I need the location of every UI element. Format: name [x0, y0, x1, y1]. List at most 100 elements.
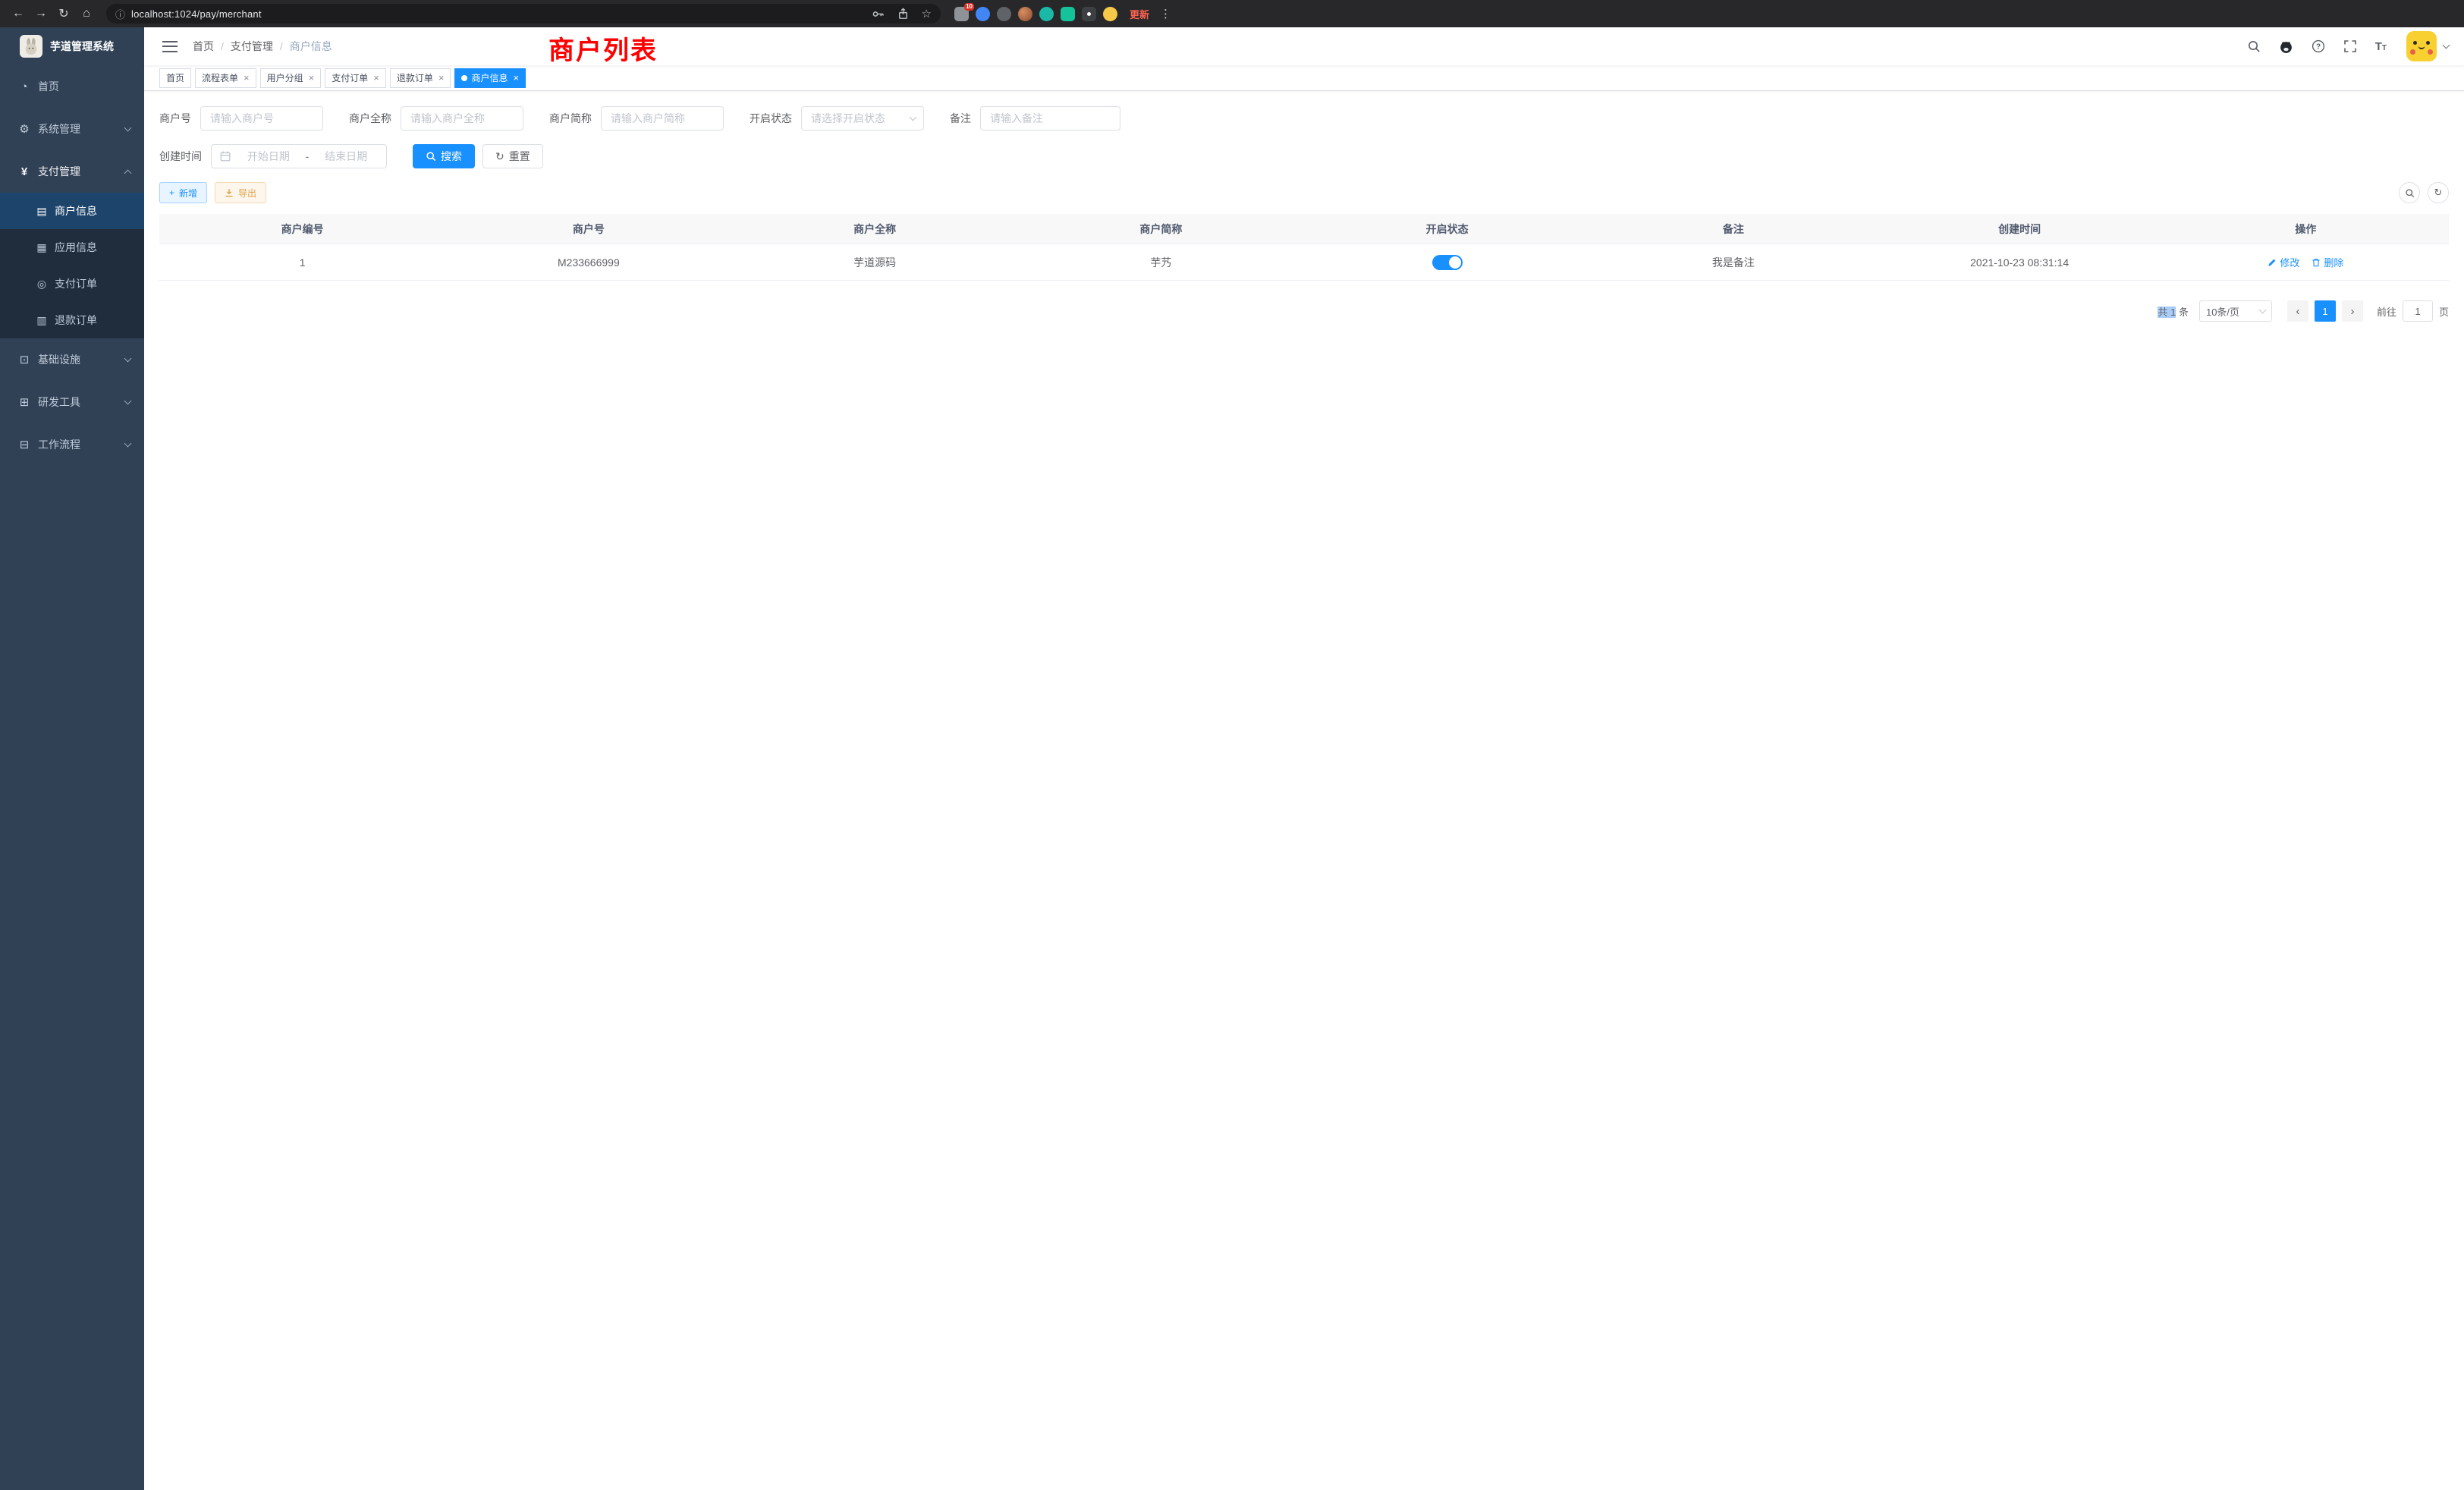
avatar[interactable] [2406, 31, 2437, 61]
sidebar-item-payment[interactable]: ¥ 支付管理 [0, 150, 144, 193]
chevron-down-icon [124, 124, 132, 131]
app-title: 芋道管理系统 [50, 39, 114, 54]
tab-merchant-info[interactable]: 商户信息 × [454, 68, 526, 88]
close-icon[interactable]: × [373, 72, 379, 83]
reset-button[interactable]: ↻ 重置 [482, 144, 543, 168]
sidebar-item-system[interactable]: ⚙ 系统管理 [0, 108, 144, 150]
tab-pay-order[interactable]: 支付订单 × [325, 68, 386, 88]
extensions-area: 10 [954, 7, 1117, 21]
font-size-icon[interactable]: TT [2366, 27, 2396, 65]
cell-id: 1 [159, 244, 445, 280]
pagination: 共 1 条 10条/页 ‹ 1 › 前往 页 [159, 300, 2449, 322]
active-dot [461, 75, 467, 81]
breadcrumb-payment[interactable]: 支付管理 [231, 39, 273, 54]
reload-icon[interactable]: ↻ [53, 3, 74, 24]
tab-process-form[interactable]: 流程表单 × [195, 68, 256, 88]
full-name-input[interactable] [401, 106, 523, 130]
sidebar-item-dev-tools[interactable]: ⊞ 研发工具 [0, 381, 144, 423]
browser-menu-icon[interactable]: ⋮ [1160, 7, 1171, 20]
sidebar-item-home[interactable]: ◔ 首页 [0, 65, 144, 108]
home-icon[interactable]: ⌂ [76, 3, 97, 24]
tab-user-group[interactable]: 用户分组 × [260, 68, 322, 88]
delete-button[interactable]: 删除 [2312, 255, 2343, 269]
extension-icon-2[interactable] [976, 7, 990, 21]
table-row: 1 M233666999 芋道源码 芋艿 我是备注 2021-10-23 08:… [159, 244, 2449, 281]
chevron-down-icon [2443, 42, 2450, 49]
page-1-button[interactable]: 1 [2315, 300, 2336, 322]
sidebar-menu: ◔ 首页 ⚙ 系统管理 ¥ 支付管理 ▤ 商户信息 [0, 65, 144, 466]
extension-icon-3[interactable] [997, 7, 1011, 21]
tab-home[interactable]: 首页 [159, 68, 191, 88]
cell-remark: 我是备注 [1590, 244, 1876, 280]
add-button[interactable]: + 新增 [159, 182, 207, 203]
export-button[interactable]: 导出 [215, 182, 266, 203]
extension-icon-7[interactable] [1082, 7, 1096, 21]
sidebar-item-workflow[interactable]: ⊟ 工作流程 [0, 423, 144, 466]
share-icon[interactable] [897, 8, 910, 20]
sidebar-item-merchant-info[interactable]: ▤ 商户信息 [0, 193, 144, 229]
fullscreen-icon[interactable] [2334, 27, 2366, 65]
password-key-icon[interactable] [872, 8, 885, 20]
table-header: 商户编号 商户号 商户全称 商户简称 开启状态 备注 创建时间 操作 [159, 214, 2449, 244]
page-size-select[interactable]: 10条/页 [2199, 300, 2272, 322]
search-button[interactable]: 搜索 [413, 144, 475, 168]
hamburger-icon[interactable] [162, 41, 178, 52]
download-icon [225, 188, 234, 197]
short-name-label: 商户简称 [549, 111, 592, 126]
sidebar-item-refund-order[interactable]: ▥ 退款订单 [0, 302, 144, 338]
pencil-icon [2268, 258, 2277, 267]
logo[interactable]: 芋道管理系统 [0, 27, 144, 65]
extension-badge: 10 [964, 3, 974, 11]
back-icon[interactable]: ← [8, 3, 29, 24]
url-bar[interactable]: ⓘ localhost:1024/pay/merchant ☆ [106, 4, 941, 24]
page-annotation: 商户列表 [548, 30, 658, 67]
next-page-button[interactable]: › [2342, 300, 2363, 322]
tab-refund-order[interactable]: 退款订单 × [390, 68, 451, 88]
tools-icon: ⊞ [15, 395, 33, 409]
user-menu[interactable] [2406, 31, 2449, 61]
github-icon[interactable] [2270, 27, 2302, 65]
sidebar-item-pay-order[interactable]: ◎ 支付订单 [0, 266, 144, 302]
close-icon[interactable]: × [244, 72, 250, 83]
bookmark-star-icon[interactable]: ☆ [922, 7, 932, 20]
site-info-icon[interactable]: ⓘ [115, 7, 125, 21]
cell-full-name: 芋道源码 [732, 244, 1018, 280]
sidebar-item-app-info[interactable]: ▦ 应用信息 [0, 229, 144, 266]
extension-icon-5[interactable] [1039, 7, 1054, 21]
breadcrumb-home[interactable]: 首页 [193, 39, 214, 54]
goto-page-input[interactable] [2403, 300, 2433, 322]
end-date-placeholder: 结束日期 [313, 149, 379, 164]
navbar-right-menu: ? TT [2238, 27, 2449, 65]
date-range-picker[interactable]: 开始日期 - 结束日期 [211, 144, 387, 168]
prev-page-button[interactable]: ‹ [2287, 300, 2308, 322]
extension-icon-1[interactable]: 10 [954, 7, 969, 21]
short-name-input[interactable] [601, 106, 724, 130]
close-icon[interactable]: × [513, 72, 519, 83]
remark-input[interactable] [980, 106, 1120, 130]
close-icon[interactable]: × [309, 72, 315, 83]
extension-icon-4[interactable] [1018, 7, 1032, 21]
status-toggle[interactable] [1432, 255, 1463, 270]
full-name-label: 商户全称 [349, 111, 391, 126]
forward-icon[interactable]: → [30, 3, 52, 24]
status-select[interactable]: 请选择开启状态 [801, 106, 924, 130]
rabbit-logo-icon [21, 36, 41, 56]
toggle-search-icon[interactable] [2399, 182, 2420, 203]
edit-button[interactable]: 修改 [2268, 255, 2299, 269]
goto-label: 前往 [2377, 304, 2396, 319]
merchant-no-input[interactable] [200, 106, 323, 130]
url-text: localhost:1024/pay/merchant [131, 8, 262, 20]
search-icon [426, 151, 436, 162]
chevron-down-icon [124, 354, 132, 362]
browser-update-button[interactable]: 更新 [1130, 7, 1149, 21]
extension-icon-8[interactable] [1103, 7, 1117, 21]
sidebar-item-infrastructure[interactable]: ⊡ 基础设施 [0, 338, 144, 381]
header-search-icon[interactable] [2238, 27, 2270, 65]
refresh-table-icon[interactable]: ↻ [2428, 182, 2449, 203]
trash-icon [2312, 258, 2321, 267]
target-icon: ◎ [33, 278, 50, 291]
merchant-table: 商户编号 商户号 商户全称 商户简称 开启状态 备注 创建时间 操作 1 M23… [159, 214, 2449, 281]
help-icon[interactable]: ? [2302, 27, 2334, 65]
close-icon[interactable]: × [438, 72, 445, 83]
extension-icon-6[interactable] [1061, 7, 1075, 21]
